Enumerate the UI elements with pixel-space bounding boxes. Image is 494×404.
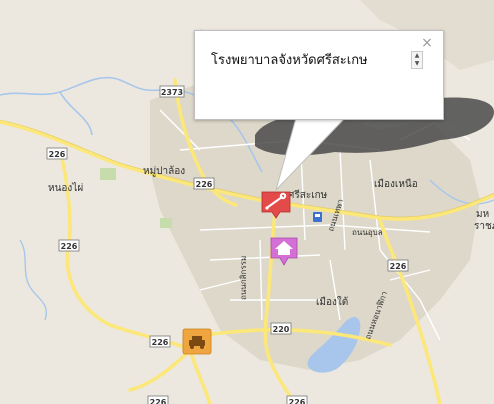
- place-label-mu-plalong: หมู่ปาล้อง: [143, 165, 185, 177]
- svg-text:226: 226: [289, 398, 306, 404]
- place-label-mueang-nuea: เมืองเหนือ: [374, 178, 418, 190]
- svg-text:220: 220: [273, 325, 290, 334]
- svg-text:226: 226: [390, 262, 407, 271]
- route-shield: 226: [387, 259, 409, 272]
- close-icon[interactable]: ×: [421, 36, 433, 50]
- place-label-mueang-tai: เมืองใต้: [316, 296, 348, 308]
- green-area: [100, 168, 116, 180]
- svg-text:2373: 2373: [161, 88, 183, 97]
- svg-text:226: 226: [150, 398, 167, 404]
- route-shield: 226: [149, 335, 171, 348]
- bus-station-icon: [313, 212, 322, 222]
- svg-text:226: 226: [61, 242, 78, 251]
- road-label-kasikam: ถนนกสิกรรม: [239, 256, 248, 300]
- svg-text:226: 226: [49, 150, 66, 159]
- route-shield: 226: [46, 147, 68, 160]
- route-shield: 226: [147, 395, 169, 404]
- route-shield: 226: [58, 239, 80, 252]
- green-area: [160, 218, 172, 228]
- place-label-edge-right: มห: [476, 209, 489, 220]
- svg-text:226: 226: [152, 338, 169, 347]
- place-label-nong-phai: หนองไผ่: [48, 182, 83, 194]
- place-label-city-center: ศรีสะเกษ: [288, 189, 328, 201]
- info-window-title: โรงพยาบาลจังหวัดศรีสะเกษ: [211, 53, 368, 68]
- route-shield: 226: [286, 395, 308, 404]
- route-shield: 226: [193, 177, 215, 190]
- scroll-arrows-icon[interactable]: ▲ ▼: [411, 51, 423, 69]
- car-marker[interactable]: [182, 328, 212, 355]
- place-label-edge-right-2: ราชภ: [474, 221, 494, 232]
- info-window: โรงพยาบาลจังหวัดศรีสะเกษ × ▲ ▼: [194, 30, 444, 120]
- road-label-ubon: ถนนอุบล: [352, 228, 383, 237]
- svg-text:226: 226: [196, 180, 213, 189]
- route-shield: 2373: [159, 85, 185, 98]
- route-shield: 220: [270, 322, 292, 335]
